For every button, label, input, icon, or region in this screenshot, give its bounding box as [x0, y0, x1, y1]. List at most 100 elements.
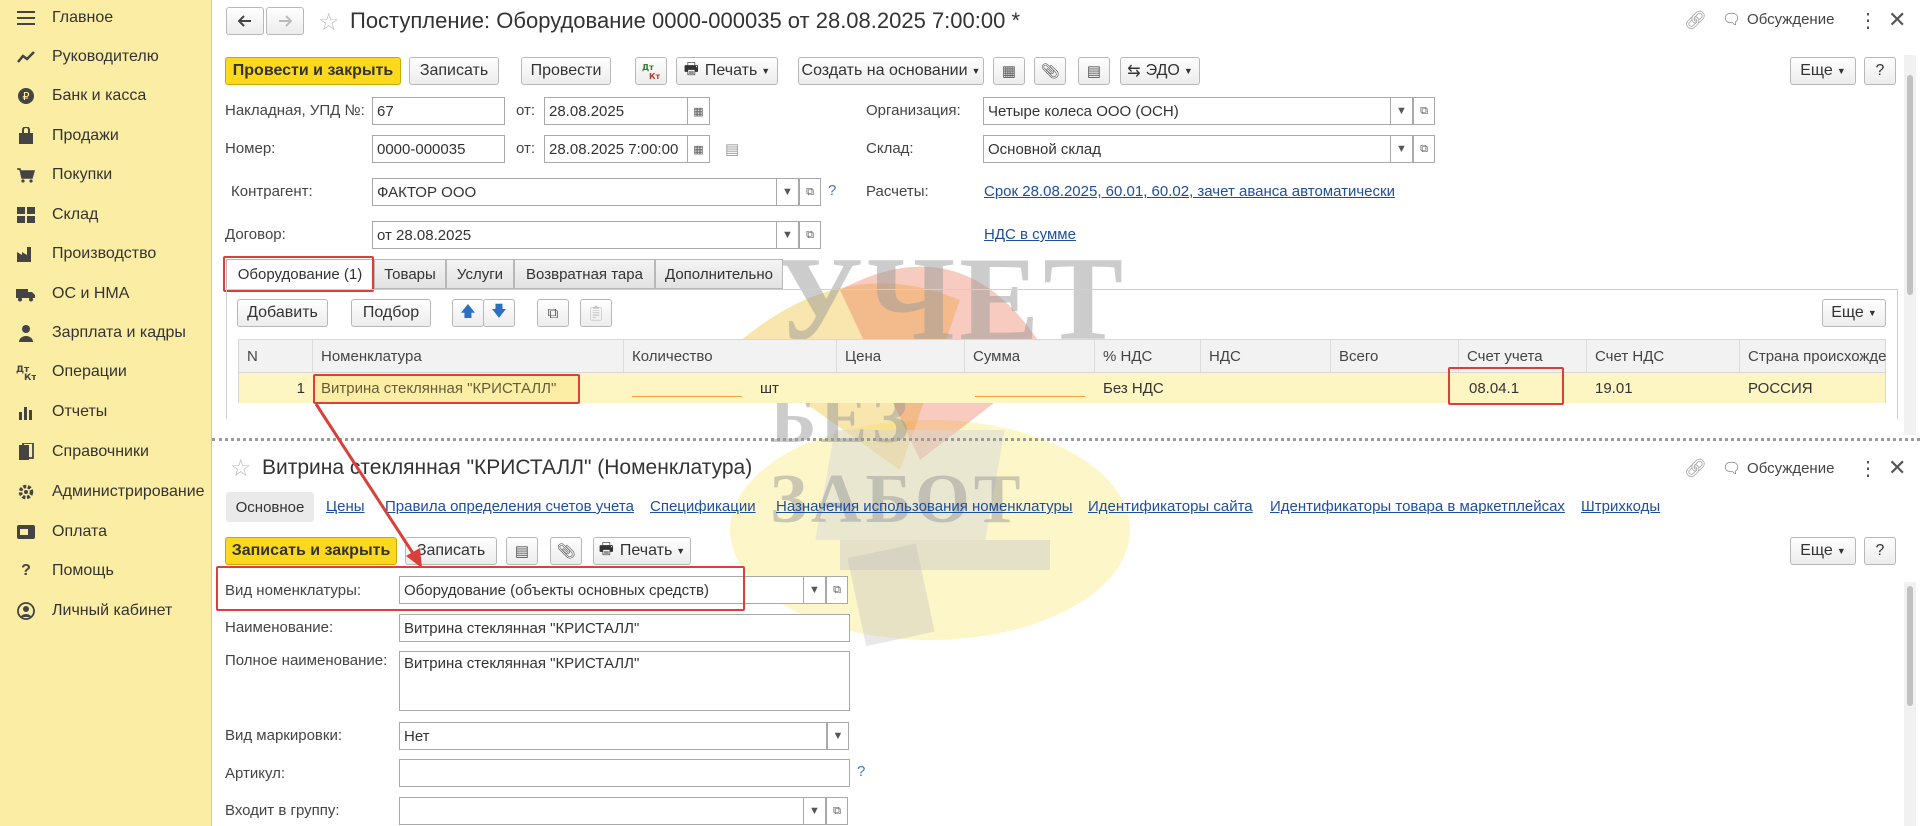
- open-icon[interactable]: ⧉: [1413, 135, 1435, 163]
- paperclip-icon[interactable]: 📎︎: [550, 537, 582, 565]
- post-and-close-button[interactable]: Провести и закрыть: [225, 57, 401, 85]
- item-name-field[interactable]: Витрина стеклянная "КРИСТАЛЛ": [399, 614, 850, 642]
- open-icon[interactable]: ⧉: [1413, 97, 1435, 125]
- tab-goods[interactable]: Товары: [374, 259, 446, 289]
- copy-icon[interactable]: ⧉: [537, 299, 569, 327]
- panel-divider[interactable]: [212, 438, 1920, 441]
- open-icon[interactable]: ⧉: [799, 178, 821, 206]
- link-main-active[interactable]: Основное: [226, 492, 314, 522]
- column-header-price[interactable]: Цена: [837, 340, 965, 372]
- history-icon[interactable]: ▤: [725, 140, 739, 158]
- tab-services[interactable]: Услуги: [446, 259, 514, 289]
- dropdown-arrow-icon[interactable]: ▼: [804, 797, 826, 825]
- top-scrollbar[interactable]: [1904, 55, 1916, 435]
- item-full-name-field[interactable]: Витрина стеклянная "КРИСТАЛЛ": [399, 651, 850, 711]
- dropdown-arrow-icon[interactable]: ▼: [827, 722, 849, 750]
- sidebar-item-manager[interactable]: Руководителю: [0, 39, 212, 75]
- open-icon[interactable]: ⧉: [799, 221, 821, 249]
- vat-link[interactable]: НДС в сумме: [984, 226, 1076, 243]
- save-and-close-button[interactable]: Записать и закрыть: [225, 537, 397, 565]
- warehouse-field[interactable]: Основной склад: [983, 135, 1391, 163]
- link-barcodes[interactable]: Штрихкоды: [1581, 498, 1660, 515]
- column-header-vat-account[interactable]: Счет НДС: [1587, 340, 1740, 372]
- post-button[interactable]: Провести: [521, 57, 611, 85]
- link-icon[interactable]: 🔗︎: [1684, 458, 1707, 479]
- invoice-date-field[interactable]: 28.08.2025: [544, 97, 688, 125]
- column-header-country[interactable]: Страна происхожде: [1740, 340, 1886, 372]
- sidebar-item-account[interactable]: Личный кабинет: [0, 593, 212, 629]
- sidebar-item-salary[interactable]: Зарплата и кадры: [0, 315, 212, 351]
- column-header-total[interactable]: Всего: [1331, 340, 1459, 372]
- close-icon[interactable]: ✕: [1888, 455, 1906, 481]
- document-icon[interactable]: ▤: [506, 537, 538, 565]
- calendar-icon[interactable]: ▦: [688, 135, 710, 163]
- print-button[interactable]: 🖶 Печать ▼: [676, 57, 778, 85]
- save-button[interactable]: Записать: [409, 57, 499, 85]
- column-header-sum[interactable]: Сумма: [965, 340, 1095, 372]
- sidebar-item-reports[interactable]: Отчеты: [0, 394, 212, 430]
- back-button[interactable]: [226, 7, 264, 35]
- invoice-number-field[interactable]: 67: [372, 97, 505, 125]
- item-discussion-button[interactable]: 🗨︎ Обсуждение: [1722, 459, 1834, 478]
- dropdown-arrow-icon[interactable]: ▼: [804, 576, 826, 604]
- number-date-field[interactable]: 28.08.2025 7:00:00: [544, 135, 688, 163]
- contract-field[interactable]: от 28.08.2025: [372, 221, 777, 249]
- dropdown-arrow-icon[interactable]: ▼: [777, 178, 799, 206]
- structure-icon[interactable]: ▦: [993, 57, 1025, 85]
- help-button[interactable]: ?: [1864, 57, 1896, 85]
- dropdown-arrow-icon[interactable]: ▼: [1391, 97, 1413, 125]
- column-header-vat[interactable]: НДС: [1201, 340, 1331, 372]
- column-header-item[interactable]: Номенклатура: [313, 340, 624, 372]
- column-header-n[interactable]: N: [239, 340, 313, 372]
- settlements-link[interactable]: Срок 28.08.2025, 60.01, 60.02, зачет ава…: [984, 183, 1395, 200]
- link-prices[interactable]: Цены: [326, 498, 365, 515]
- sidebar-item-references[interactable]: Справочники: [0, 434, 212, 470]
- add-row-button[interactable]: Добавить: [237, 299, 328, 327]
- dropdown-arrow-icon[interactable]: ▼: [777, 221, 799, 249]
- cell-item[interactable]: Витрина стеклянная "КРИСТАЛЛ": [313, 373, 624, 403]
- tab-equipment[interactable]: Оборудование (1): [226, 259, 374, 289]
- sidebar-item-bank[interactable]: ₽ Банк и касса: [0, 78, 212, 114]
- move-down-icon[interactable]: 🡇: [483, 299, 515, 327]
- move-up-icon[interactable]: 🡅: [452, 299, 484, 327]
- discussion-button[interactable]: 🗨︎ Обсуждение: [1722, 10, 1834, 29]
- sidebar-item-sales[interactable]: Продажи: [0, 118, 212, 154]
- link-usage-assignments[interactable]: Назначения использования номенклатуры: [776, 498, 1073, 515]
- paperclip-icon[interactable]: 📎︎: [1034, 57, 1066, 85]
- paste-icon[interactable]: 📋︎: [580, 299, 612, 327]
- link-account-rules[interactable]: Правила определения счетов учета: [385, 498, 634, 515]
- quantity-input[interactable]: [632, 396, 742, 397]
- cell-vat-account[interactable]: 19.01: [1587, 373, 1740, 403]
- link-icon[interactable]: 🔗︎: [1684, 10, 1707, 31]
- sidebar-item-help[interactable]: ? Помощь: [0, 553, 212, 589]
- item-print-button[interactable]: 🖶 Печать ▼: [593, 537, 691, 565]
- open-icon[interactable]: ⧉: [826, 576, 848, 604]
- sidebar-item-production[interactable]: Производство: [0, 236, 212, 272]
- question-icon[interactable]: ?: [857, 763, 865, 780]
- link-specifications[interactable]: Спецификации: [650, 498, 756, 515]
- forward-button[interactable]: [266, 7, 304, 35]
- link-marketplace-identifiers[interactable]: Идентификаторы товара в маркетплейсах: [1270, 498, 1565, 515]
- dt-kt-button[interactable]: Дт Кт: [635, 57, 667, 85]
- organization-field[interactable]: Четыре колеса ООО (ОСН): [983, 97, 1391, 125]
- column-header-qty[interactable]: Количество: [624, 340, 837, 372]
- sidebar-item-assets[interactable]: ОС и НМА: [0, 276, 212, 312]
- sidebar-item-main[interactable]: Главное: [0, 0, 212, 36]
- column-header-account[interactable]: Счет учета: [1459, 340, 1587, 372]
- question-icon[interactable]: ?: [828, 182, 836, 199]
- document-icon[interactable]: ▤: [1078, 57, 1110, 85]
- sidebar-item-warehouse[interactable]: Склад: [0, 197, 212, 233]
- bottom-scrollbar[interactable]: [1904, 582, 1916, 826]
- item-help-button[interactable]: ?: [1864, 537, 1896, 565]
- cell-account[interactable]: 08.04.1: [1459, 373, 1587, 403]
- close-icon[interactable]: ✕: [1888, 7, 1906, 33]
- item-article-field[interactable]: [399, 759, 850, 787]
- tab-returnable-packaging[interactable]: Возвратная тара: [514, 259, 655, 289]
- cell-country[interactable]: РОССИЯ: [1740, 373, 1886, 403]
- item-save-button[interactable]: Записать: [405, 537, 497, 565]
- dropdown-arrow-icon[interactable]: ▼: [1391, 135, 1413, 163]
- edo-button[interactable]: ⇆ ЭДО ▼: [1120, 57, 1200, 85]
- calendar-icon[interactable]: ▦: [688, 97, 710, 125]
- table-more-button[interactable]: Еще ▼: [1822, 299, 1886, 327]
- more-vert-icon[interactable]: ⋮: [1858, 8, 1878, 33]
